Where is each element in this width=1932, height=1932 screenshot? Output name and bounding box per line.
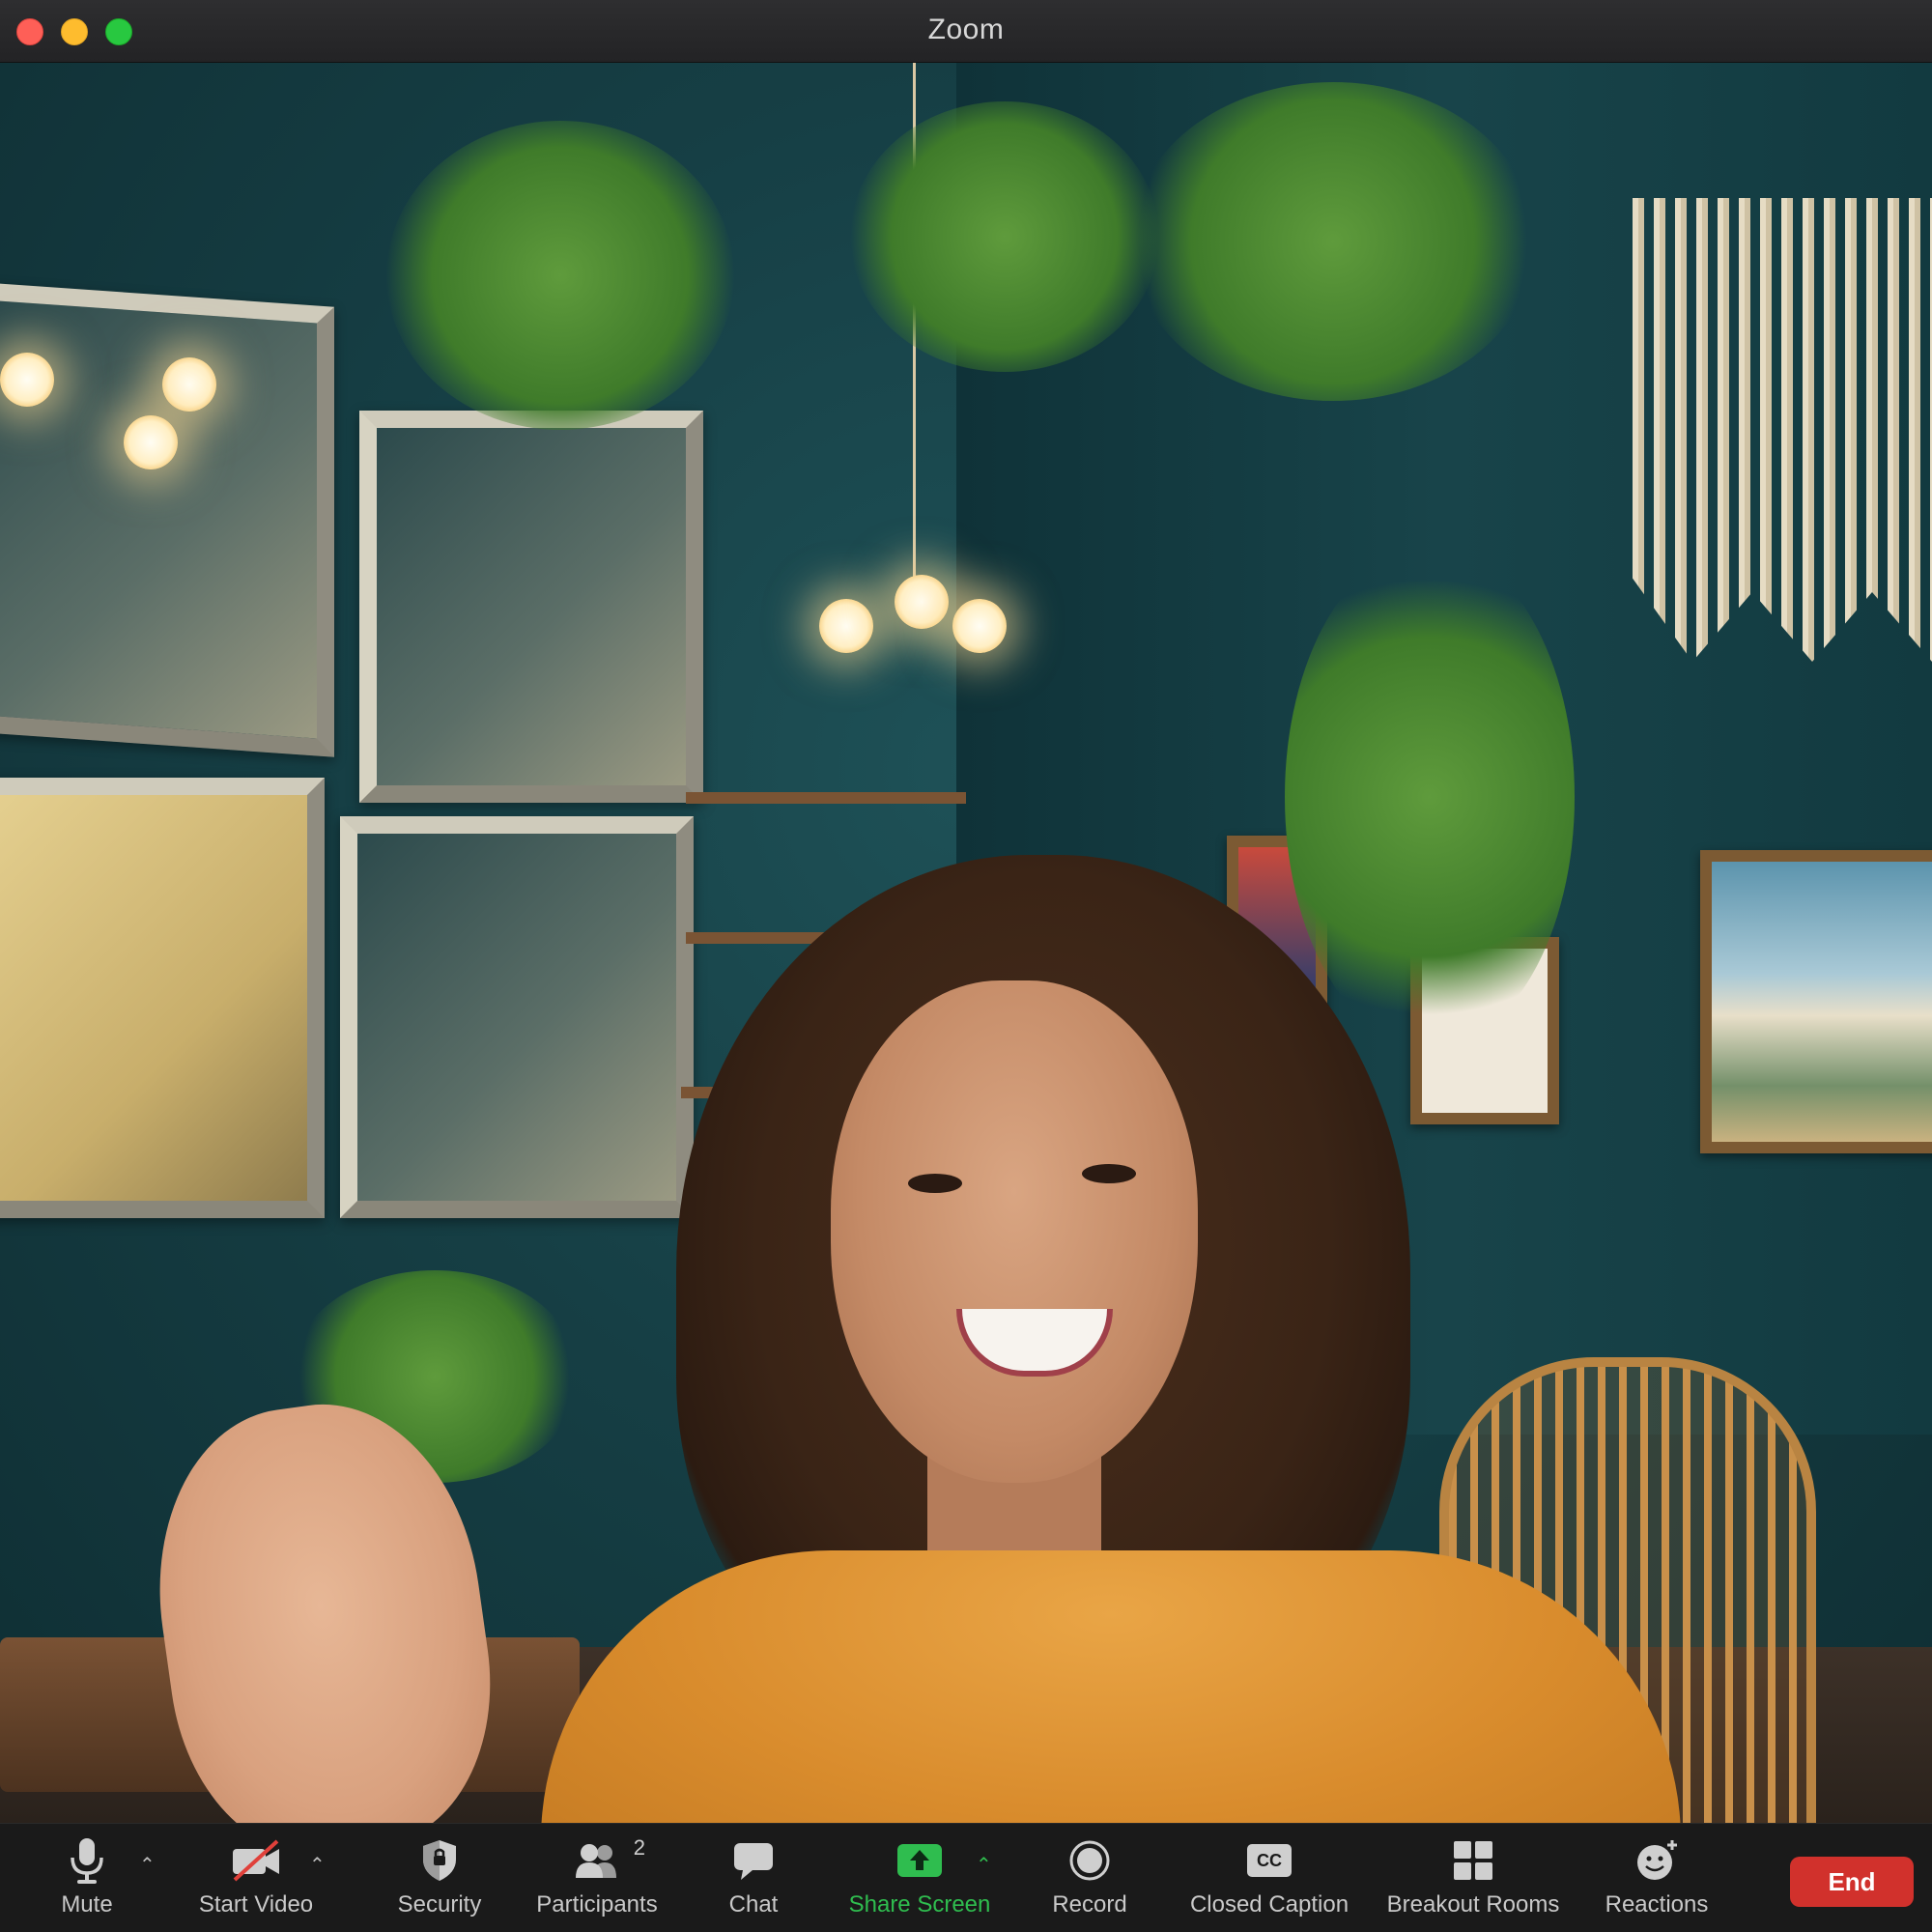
participants-label: Participants bbox=[536, 1891, 658, 1918]
hanging-plant bbox=[850, 101, 1159, 372]
person-eye bbox=[908, 1174, 962, 1193]
person-hoodie bbox=[541, 1550, 1681, 1823]
share-options-caret[interactable]: ⌃ bbox=[976, 1853, 992, 1877]
meeting-toolbar: Mute ⌃ Start Video ⌃ Security 2 Particip… bbox=[0, 1823, 1932, 1932]
shield-icon bbox=[420, 1833, 459, 1888]
breakout-rooms-label: Breakout Rooms bbox=[1386, 1891, 1560, 1918]
start-video-button[interactable]: Start Video bbox=[188, 1833, 324, 1926]
people-icon: 2 bbox=[570, 1833, 645, 1888]
mirror bbox=[0, 282, 334, 757]
cc-icon: CC bbox=[1247, 1833, 1292, 1888]
share-screen-button[interactable]: Share Screen bbox=[842, 1833, 997, 1926]
share-up-arrow-icon bbox=[895, 1833, 944, 1888]
record-label: Record bbox=[1052, 1891, 1127, 1918]
participants-button[interactable]: 2 Participants bbox=[529, 1833, 665, 1926]
mirror bbox=[340, 816, 694, 1218]
title-bar[interactable]: Zoom bbox=[0, 0, 1932, 63]
record-button[interactable]: Record bbox=[1046, 1833, 1133, 1926]
window-title: Zoom bbox=[927, 14, 1005, 45]
record-circle-icon bbox=[1067, 1833, 1112, 1888]
grid-icon bbox=[1452, 1833, 1494, 1888]
hanging-plant bbox=[386, 121, 734, 430]
start-video-label: Start Video bbox=[198, 1891, 314, 1918]
light-bulb bbox=[124, 415, 178, 469]
video-feed bbox=[0, 63, 1932, 1823]
audio-options-caret[interactable]: ⌃ bbox=[139, 1853, 156, 1877]
security-button[interactable]: Security bbox=[386, 1833, 493, 1926]
wall-shelf bbox=[686, 792, 966, 804]
mirror bbox=[359, 411, 703, 803]
person-eye bbox=[1082, 1164, 1136, 1183]
end-meeting-button[interactable]: End bbox=[1790, 1857, 1914, 1907]
cc-icon-text: CC bbox=[1247, 1844, 1292, 1877]
closed-caption-button[interactable]: CC Closed Caption bbox=[1184, 1833, 1354, 1926]
mute-button[interactable]: Mute bbox=[48, 1833, 126, 1926]
video-off-icon bbox=[229, 1833, 283, 1888]
mute-label: Mute bbox=[61, 1891, 113, 1918]
wall-plant bbox=[1285, 546, 1575, 1048]
chat-button[interactable]: Chat bbox=[715, 1833, 792, 1926]
microphone-icon bbox=[68, 1833, 106, 1888]
light-bulb bbox=[0, 353, 54, 407]
light-bulb bbox=[952, 599, 1007, 653]
share-screen-label: Share Screen bbox=[848, 1891, 991, 1918]
video-options-caret[interactable]: ⌃ bbox=[309, 1853, 326, 1877]
mirror bbox=[0, 778, 325, 1218]
framed-art bbox=[1700, 850, 1932, 1153]
light-bulb bbox=[895, 575, 949, 629]
chat-label: Chat bbox=[728, 1891, 779, 1918]
light-bulb bbox=[819, 599, 873, 653]
light-bulb bbox=[162, 357, 216, 412]
macrame-wall-hanging bbox=[1633, 198, 1932, 662]
person-face bbox=[831, 980, 1198, 1483]
participants-count: 2 bbox=[633, 1835, 645, 1860]
zoom-window: Zoom Mute ⌃ Start Video ⌃ Security 2 Par… bbox=[0, 0, 1932, 1932]
chat-bubble-icon bbox=[731, 1833, 776, 1888]
smiley-plus-icon bbox=[1634, 1833, 1680, 1888]
closed-caption-label: Closed Caption bbox=[1189, 1891, 1350, 1918]
reactions-button[interactable]: Reactions bbox=[1594, 1833, 1719, 1926]
reactions-label: Reactions bbox=[1605, 1891, 1709, 1918]
breakout-rooms-button[interactable]: Breakout Rooms bbox=[1383, 1833, 1563, 1926]
hanging-plant bbox=[1130, 82, 1536, 401]
security-label: Security bbox=[397, 1891, 482, 1918]
